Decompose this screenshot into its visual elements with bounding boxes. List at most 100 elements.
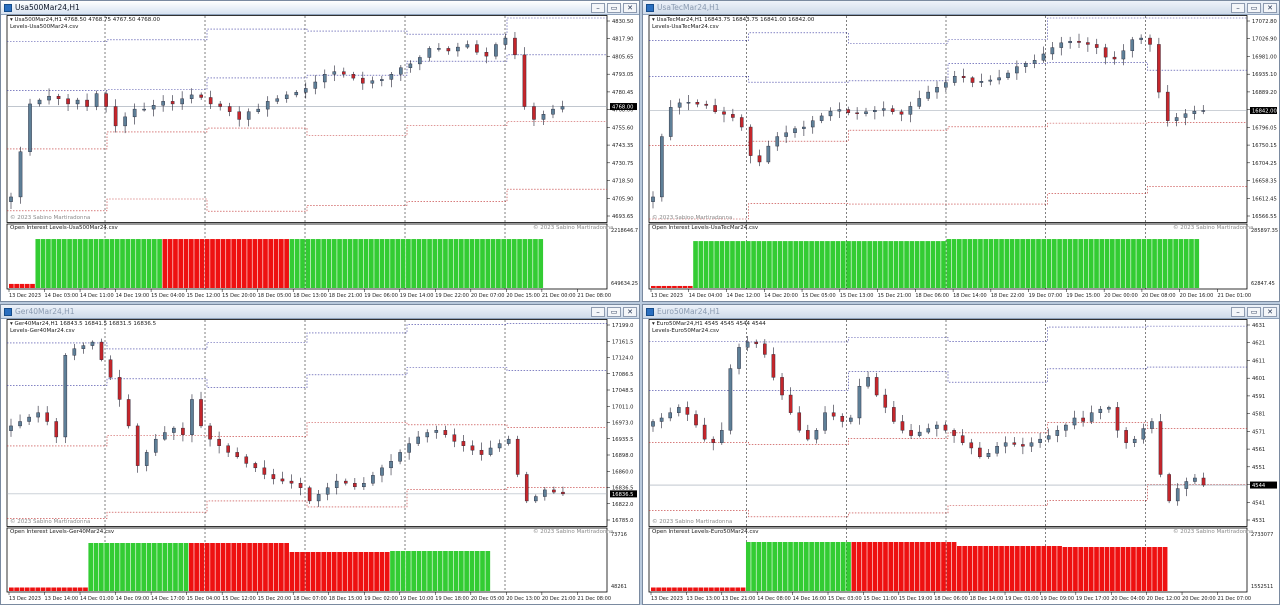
oi-bar	[9, 587, 14, 591]
oi-bar	[183, 543, 189, 591]
oi-bar	[98, 543, 104, 591]
close-button[interactable]: ✕	[623, 3, 637, 13]
chart-window-euro50[interactable]: Euro50Mar24,H1 – ▭ ✕ 4631 4621 4611 4601 4591 458…	[642, 304, 1280, 605]
time-tick-label: 18 Dec 05:00	[258, 293, 292, 299]
oi-indicator-label: Open Interest Levels-Usa500Mar24.csv	[10, 225, 118, 231]
chart-area[interactable]: 4830.50 4817.90 4805.65 4793.05 4780.45 4768.…	[1, 15, 639, 301]
close-button[interactable]: ✕	[1263, 3, 1277, 13]
oi-bar	[703, 241, 709, 288]
indicator-label: Levels-Ger40Mar24.csv	[10, 328, 75, 334]
price-tick-label: 16658.35	[1252, 179, 1277, 185]
chart-area[interactable]: 17072.80 17026.90 16981.00 16935.10 16889.20…	[643, 15, 1279, 301]
oi-bar	[914, 542, 920, 591]
oi-bar	[511, 239, 517, 288]
restore-button[interactable]: ▭	[607, 3, 621, 13]
chart-canvas[interactable]: 17199.0 17161.5 17124.0 17086.5 17048.5 17011…	[1, 319, 639, 604]
oi-bar	[777, 542, 783, 591]
chart-window-usa500[interactable]: Usa500Mar24,H1 – ▭ ✕ 4830.50 4817.90 4805.65 47…	[0, 0, 640, 302]
window-titlebar[interactable]: Euro50Mar24,H1 – ▭ ✕	[643, 305, 1279, 319]
oi-bar	[1141, 547, 1147, 591]
window-titlebar[interactable]: Ger40Mar24,H1 – ▭ ✕	[1, 305, 639, 319]
chart-area[interactable]: 4631 4621 4611 4601 4591 4581 4571 4561 4551 4544…	[643, 319, 1279, 604]
window-titlebar[interactable]: UsaTecMar24,H1 – ▭ ✕	[643, 1, 1279, 15]
oi-tick-label: 2218646.7	[611, 228, 638, 234]
price-tick-label: 4591	[1252, 394, 1265, 400]
oi-bar	[724, 587, 730, 591]
oi-bar	[1009, 546, 1015, 591]
current-price-label: 4768.00	[612, 105, 633, 111]
oi-indicator-label: Open Interest Levels-UsaTecMar24.csv	[652, 225, 759, 231]
oi-bar	[909, 241, 915, 288]
time-tick-label: 15 Dec 20:00	[222, 293, 256, 299]
price-tick-label: 16935.10	[1252, 72, 1277, 78]
time-tick-label: 14 Dec 19:00	[116, 293, 150, 299]
oi-bar	[368, 552, 374, 591]
restore-button[interactable]: ▭	[1247, 3, 1261, 13]
window-titlebar[interactable]: Usa500Mar24,H1 – ▭ ✕	[1, 1, 639, 15]
oi-bar	[501, 239, 507, 288]
oi-bar	[173, 543, 178, 591]
oi-bar	[1073, 547, 1078, 591]
price-tick-label: 4730.75	[612, 161, 633, 167]
oi-bar	[496, 239, 501, 288]
oi-bar	[851, 542, 857, 591]
oi-bar	[1083, 239, 1089, 288]
restore-button[interactable]: ▭	[607, 307, 621, 317]
oi-bar	[46, 239, 51, 288]
oi-bar	[480, 551, 485, 591]
time-tick-label: 18 Dec 22:00	[991, 293, 1025, 299]
time-tick-label: 14 Dec 08:00	[757, 596, 791, 602]
oi-bar	[1041, 546, 1047, 591]
oi-bar	[1141, 239, 1147, 288]
oi-bar	[358, 239, 364, 288]
price-tick-label: 16822.0	[612, 502, 633, 508]
oi-bar	[427, 551, 432, 591]
chart-window-ger40[interactable]: Ger40Mar24,H1 – ▭ ✕ 17199.0 17161.5 17124.0 170…	[0, 304, 640, 605]
oi-bar	[220, 239, 226, 288]
oi-bar	[188, 543, 194, 591]
oi-bar	[1104, 547, 1110, 591]
restore-button[interactable]: ▭	[1247, 307, 1261, 317]
chart-canvas[interactable]: 4830.50 4817.90 4805.65 4793.05 4780.45 4768.…	[1, 15, 639, 301]
oi-bar	[273, 239, 279, 288]
oi-bar	[661, 285, 667, 288]
current-price-label: 4544	[1252, 483, 1266, 489]
time-tick-label: 18 Dec 07:00	[293, 596, 327, 602]
chart-window-icon	[646, 308, 654, 316]
chart-symbol-header: ▾ Euro50Mar24,H1 4545 4545 4544 4544	[652, 321, 766, 327]
minimize-button[interactable]: –	[1231, 3, 1245, 13]
chart-canvas[interactable]: 4631 4621 4611 4601 4591 4581 4571 4561 4551 4544…	[643, 319, 1279, 604]
minimize-button[interactable]: –	[1231, 307, 1245, 317]
oi-bar	[427, 239, 432, 288]
oi-bar	[130, 239, 136, 288]
oi-bar	[1099, 547, 1105, 591]
oi-bar	[1131, 547, 1136, 591]
price-tick-label: 16981.00	[1252, 54, 1277, 60]
restore-icon: ▭	[1250, 308, 1258, 316]
chart-canvas[interactable]: 17072.80 17026.90 16981.00 16935.10 16889.20…	[643, 15, 1279, 301]
oi-bar	[798, 241, 804, 288]
minimize-button[interactable]: –	[591, 3, 605, 13]
oi-bar	[745, 241, 751, 288]
oi-bar	[374, 552, 379, 591]
chart-area[interactable]: 17199.0 17161.5 17124.0 17086.5 17048.5 17011…	[1, 319, 639, 604]
oi-bar	[9, 283, 14, 288]
oi-bar	[1152, 239, 1157, 288]
oi-bar	[825, 542, 830, 591]
oi-bar	[374, 239, 379, 288]
oi-bar	[120, 543, 125, 591]
oi-bar	[804, 241, 809, 288]
oi-indicator-label: Open Interest Levels-Ger40Mar24.csv	[10, 529, 115, 535]
oi-bar	[993, 546, 999, 591]
time-tick-label: 20 Dec 08:00	[1142, 293, 1176, 299]
chart-window-usatec[interactable]: UsaTecMar24,H1 – ▭ ✕ 17072.80 17026.90 16981.0…	[642, 0, 1280, 302]
minimize-button[interactable]: –	[591, 307, 605, 317]
oi-bar	[109, 239, 115, 288]
close-button[interactable]: ✕	[623, 307, 637, 317]
time-tick-label: 19 Dec 17:00	[1076, 596, 1110, 602]
window-title: Ger40Mar24,H1	[15, 307, 75, 316]
oi-tick-label: 2733077	[1251, 532, 1273, 538]
time-tick-label: 15 Dec 12:00	[187, 293, 221, 299]
copyright-sub: © 2023 Sabino Martiradonna	[1173, 529, 1254, 535]
close-button[interactable]: ✕	[1263, 307, 1277, 317]
